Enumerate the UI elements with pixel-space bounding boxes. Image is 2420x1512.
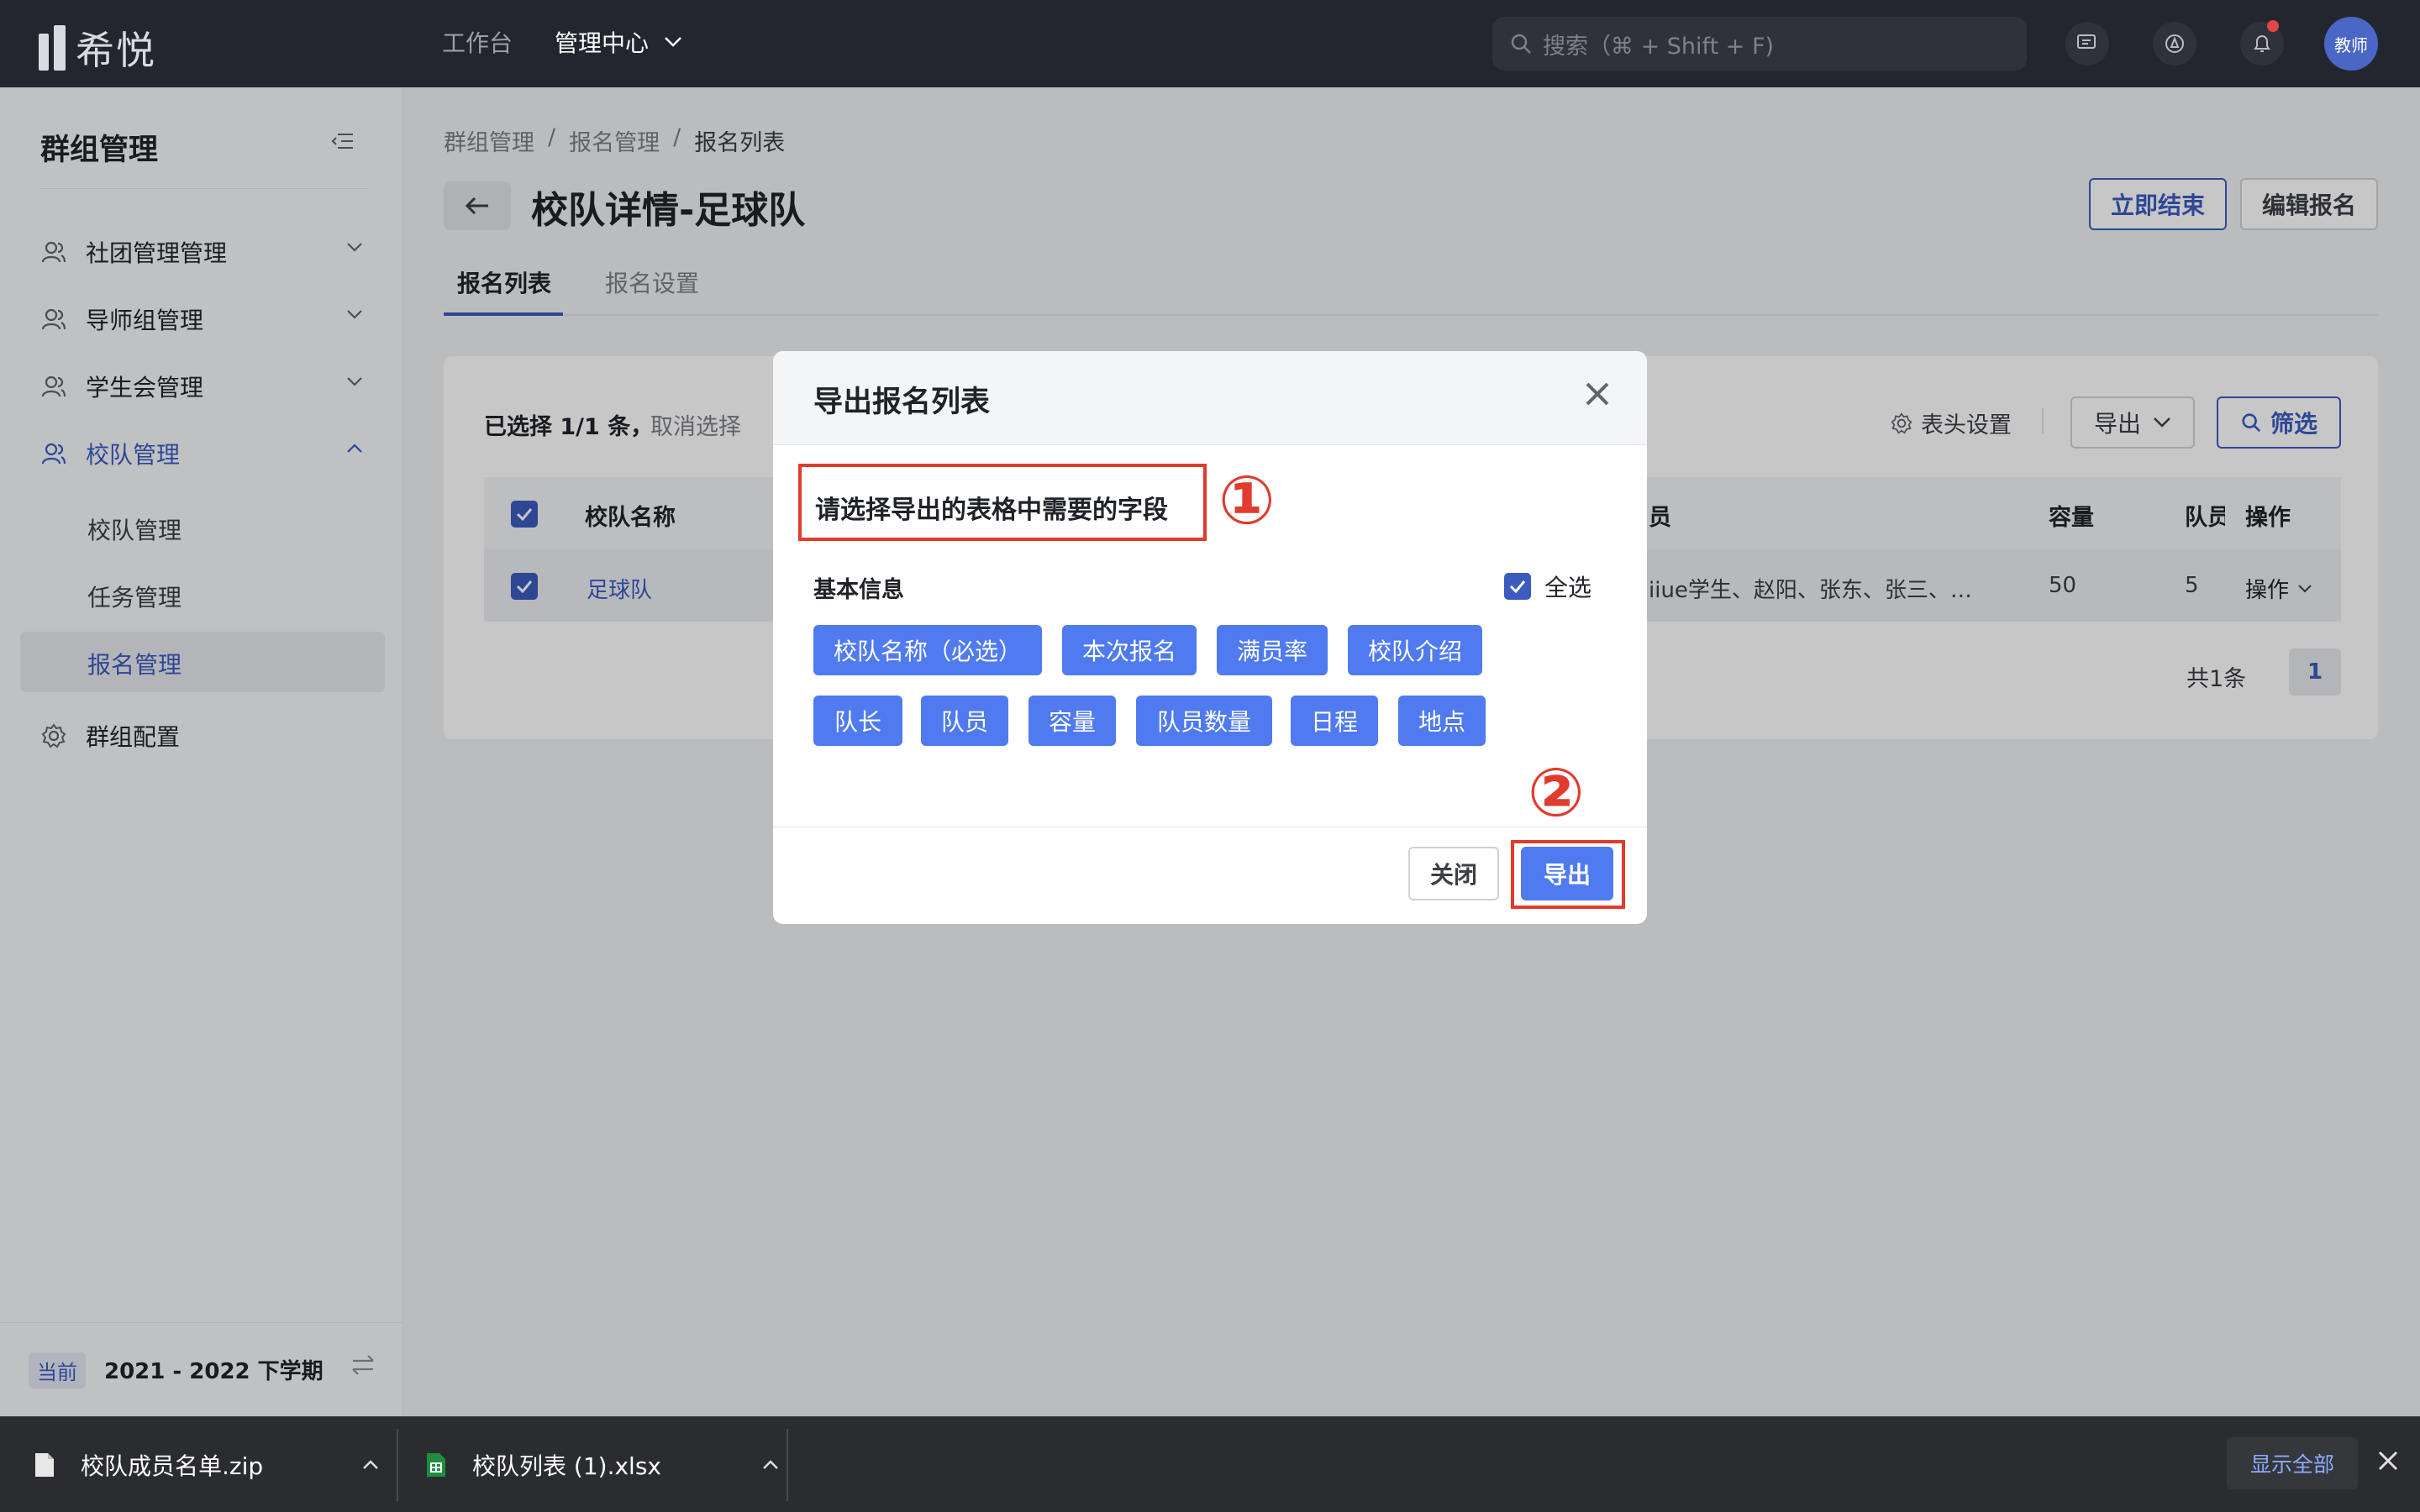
message-button[interactable] xyxy=(2065,22,2109,66)
download-item-xlsx[interactable]: 校队列表 (1).xlsx xyxy=(425,1417,779,1512)
dialog-title: 导出报名列表 xyxy=(813,386,991,419)
chevron-up-icon[interactable] xyxy=(762,1460,779,1470)
chevron-up-icon[interactable] xyxy=(362,1460,379,1470)
export-dialog: 导出报名列表 请选择导出的表格中需要的字段 ① 基本信息 全选 校队名称（必选）… xyxy=(773,351,1647,924)
app-center-button[interactable] xyxy=(2153,22,2196,66)
app-logo[interactable]: 希悦 xyxy=(39,20,156,76)
close-icon[interactable] xyxy=(1583,380,1612,412)
search-icon xyxy=(1511,34,1531,54)
nav-admin-center-label: 管理中心 xyxy=(555,29,650,57)
download-file-name: 校队成员名单.zip xyxy=(81,1452,264,1480)
top-nav: 工作台 管理中心 xyxy=(442,25,682,59)
spreadsheet-icon xyxy=(427,1453,445,1477)
section-basic-info: 基本信息 xyxy=(813,577,904,603)
chevron-down-icon xyxy=(665,37,681,47)
field-selection-hint: 请选择导出的表格中需要的字段 xyxy=(815,496,1168,525)
logo-mark-icon xyxy=(39,25,66,71)
dialog-close-button[interactable]: 关闭 xyxy=(1408,847,1499,900)
dialog-header: 导出报名列表 xyxy=(773,351,1647,445)
annotation-step-2: ② xyxy=(1528,753,1585,832)
download-bar: 校队成员名单.zip 校队列表 (1).xlsx 显示全部 xyxy=(0,1416,2420,1512)
download-item-zip[interactable]: 校队成员名单.zip xyxy=(34,1417,379,1512)
select-all-label: 全选 xyxy=(1544,574,1592,601)
notification-dot xyxy=(2267,20,2279,32)
download-separator xyxy=(397,1429,398,1501)
select-all-fields-checkbox[interactable] xyxy=(1504,573,1531,600)
field-chip-captain[interactable]: 队长 xyxy=(813,696,902,746)
global-search-input[interactable]: 搜索（⌘ + Shift + F) xyxy=(1492,17,2027,71)
file-icon xyxy=(35,1453,54,1477)
annotation-step-1: ① xyxy=(1218,461,1276,539)
field-chip-member-count[interactable]: 队员数量 xyxy=(1136,696,1272,746)
avatar[interactable]: 教师 xyxy=(2324,17,2378,71)
field-chip-team-name[interactable]: 校队名称（必选） xyxy=(813,625,1042,675)
top-bar: 希悦 工作台 管理中心 搜索（⌘ + Shift + F) 教师 xyxy=(0,0,2420,87)
field-chip-capacity[interactable]: 容量 xyxy=(1028,696,1116,746)
field-chip-schedule[interactable]: 日程 xyxy=(1291,696,1378,746)
dialog-export-button[interactable]: 导出 xyxy=(1521,847,1613,900)
field-chip-location[interactable]: 地点 xyxy=(1398,696,1486,746)
select-all-fields[interactable]: 全选 xyxy=(1504,570,1591,603)
field-chip-registration[interactable]: 本次报名 xyxy=(1062,625,1197,675)
check-icon xyxy=(1509,580,1526,593)
field-chip-fill-rate[interactable]: 满员率 xyxy=(1217,625,1328,675)
bell-icon xyxy=(2254,35,2270,52)
nav-workbench[interactable]: 工作台 xyxy=(442,25,513,59)
field-chip-members[interactable]: 队员 xyxy=(921,696,1008,746)
download-separator xyxy=(786,1429,788,1501)
compass-icon xyxy=(2165,34,2184,53)
close-icon[interactable] xyxy=(2376,1449,2400,1476)
notification-button[interactable] xyxy=(2240,20,2284,66)
search-placeholder: 搜索（⌘ + Shift + F) xyxy=(1543,33,1775,60)
download-file-name: 校队列表 (1).xlsx xyxy=(472,1452,661,1480)
field-chip-team-intro[interactable]: 校队介绍 xyxy=(1348,625,1482,675)
message-icon xyxy=(2077,34,2096,49)
logo-text: 希悦 xyxy=(76,28,156,73)
show-all-downloads-button[interactable]: 显示全部 xyxy=(2227,1437,2358,1489)
nav-admin-center[interactable]: 管理中心 xyxy=(555,25,682,59)
